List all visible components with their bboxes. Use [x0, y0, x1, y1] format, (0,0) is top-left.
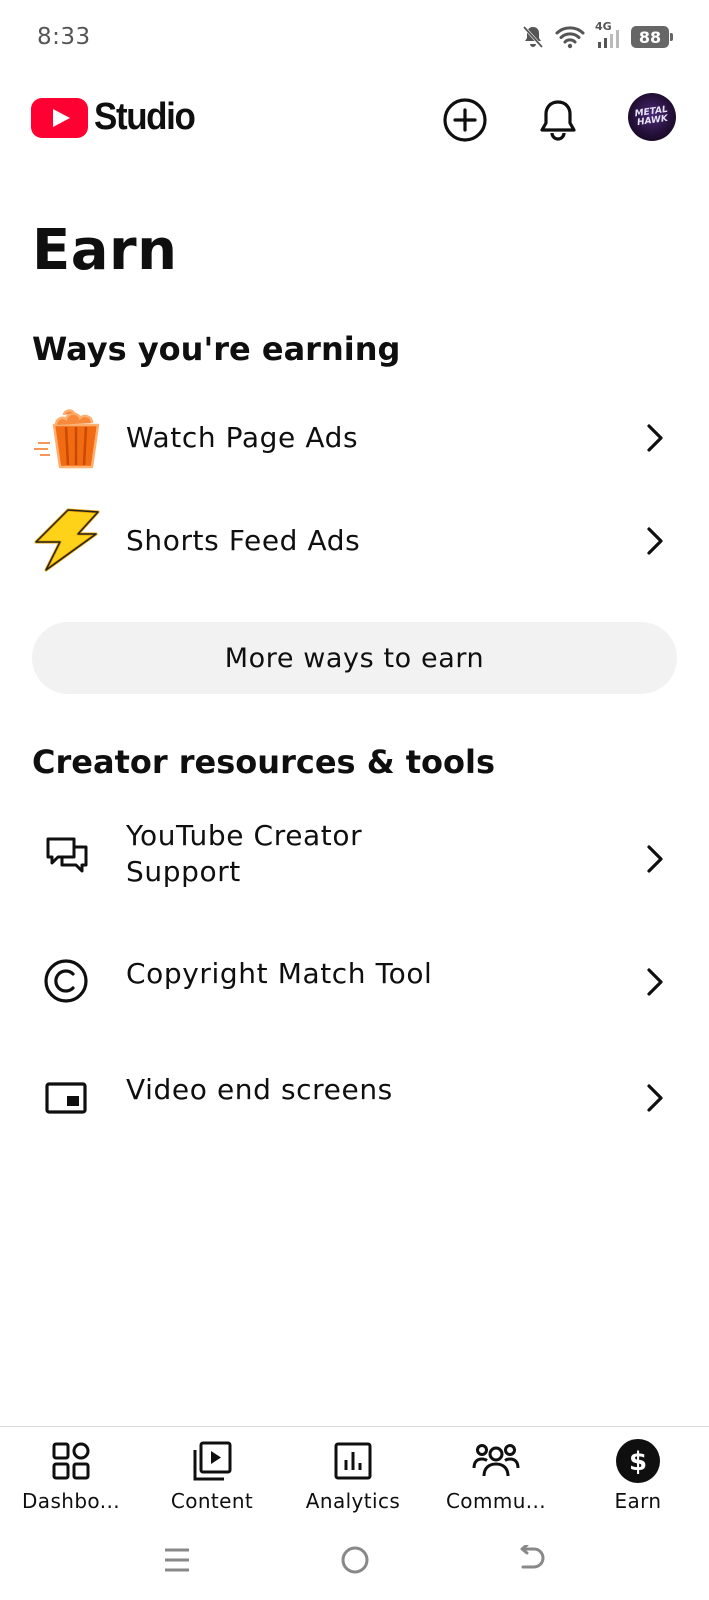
earning-section-title: Ways you're earning: [32, 330, 401, 368]
nav-tab-analytics[interactable]: Analytics: [283, 1437, 423, 1513]
nav-label: Analytics: [305, 1489, 401, 1513]
plus-circle-icon: [443, 98, 487, 142]
status-time: 8:33: [37, 24, 91, 50]
resource-item-video-end-screens[interactable]: Video end screens: [0, 1068, 709, 1128]
youtube-studio-logo: Studio: [31, 96, 203, 139]
resource-item-copyright-match-tool[interactable]: Copyright Match Tool: [0, 950, 709, 1010]
status-icons: 4G 88: [521, 20, 673, 50]
back-icon: [520, 1545, 545, 1569]
svg-text:$: $: [629, 1447, 647, 1477]
system-navigation-bar: [0, 1530, 709, 1590]
dollar-icon: $: [614, 1437, 662, 1485]
status-bar: 8:33 4G 88: [0, 0, 709, 78]
earning-item-label: Shorts Feed Ads: [126, 524, 361, 557]
logo-text: Studio: [94, 96, 196, 138]
cell-signal-icon: 4G: [595, 20, 621, 50]
app-header: Studio METAL HAWK: [0, 88, 709, 154]
nav-tab-dashboard[interactable]: Dashbo...: [1, 1437, 141, 1513]
chevron-right-icon: [640, 523, 670, 559]
earning-item-label: Watch Page Ads: [126, 421, 359, 454]
nav-tab-community[interactable]: Commu...: [426, 1437, 566, 1513]
page-title: Earn: [32, 218, 178, 283]
resource-item-label: YouTube Creator Support: [126, 819, 363, 888]
nav-label: Earn: [614, 1489, 662, 1513]
battery-level: 88: [638, 27, 662, 47]
resources-section-title: Creator resources & tools: [32, 743, 496, 781]
wifi-icon: [555, 26, 585, 49]
menu-icon: [165, 1548, 189, 1572]
notifications-button[interactable]: [532, 94, 584, 146]
resource-item-creator-support[interactable]: YouTube Creator Support: [0, 815, 709, 897]
bell-icon: [540, 100, 576, 141]
youtube-play-icon: [31, 97, 88, 138]
community-icon: [472, 1437, 520, 1485]
chevron-right-icon: [640, 1080, 670, 1116]
nav-label: Content: [170, 1489, 254, 1513]
content-icon: [188, 1437, 236, 1485]
bottom-navigation: Dashbo... Content Analytics Commu... $ E…: [0, 1426, 709, 1522]
avatar-text: METAL HAWK: [634, 104, 669, 129]
back-button[interactable]: [510, 1538, 554, 1582]
earning-item-shorts-feed-ads[interactable]: Shorts Feed Ads: [0, 508, 709, 574]
copyright-icon: [40, 955, 92, 1007]
home-circle-icon: [341, 1546, 369, 1574]
chevron-right-icon: [640, 964, 670, 1000]
nav-tab-earn[interactable]: $ Earn: [568, 1437, 708, 1513]
resource-item-label: Copyright Match Tool: [126, 957, 433, 990]
popcorn-icon: [32, 403, 102, 473]
create-button[interactable]: [439, 94, 491, 146]
nav-label: Commu...: [445, 1489, 547, 1513]
earning-item-watch-page-ads[interactable]: Watch Page Ads: [0, 405, 709, 471]
battery-indicator: 88: [631, 26, 673, 48]
nav-label: Dashbo...: [21, 1489, 120, 1513]
nav-tab-content[interactable]: Content: [142, 1437, 282, 1513]
chevron-right-icon: [640, 420, 670, 456]
notifications-muted-icon: [522, 25, 544, 49]
recent-apps-button[interactable]: [155, 1538, 199, 1582]
home-button[interactable]: [333, 1538, 377, 1582]
lightning-icon: [32, 506, 102, 576]
end-screen-icon: [40, 1072, 92, 1124]
more-ways-to-earn-button[interactable]: More ways to earn: [32, 622, 677, 694]
resource-item-label: Video end screens: [126, 1073, 393, 1106]
chat-bubbles-icon: [40, 830, 94, 884]
account-avatar[interactable]: METAL HAWK: [628, 93, 676, 141]
analytics-icon: [329, 1437, 377, 1485]
dashboard-icon: [47, 1437, 95, 1485]
chevron-right-icon: [640, 841, 670, 877]
